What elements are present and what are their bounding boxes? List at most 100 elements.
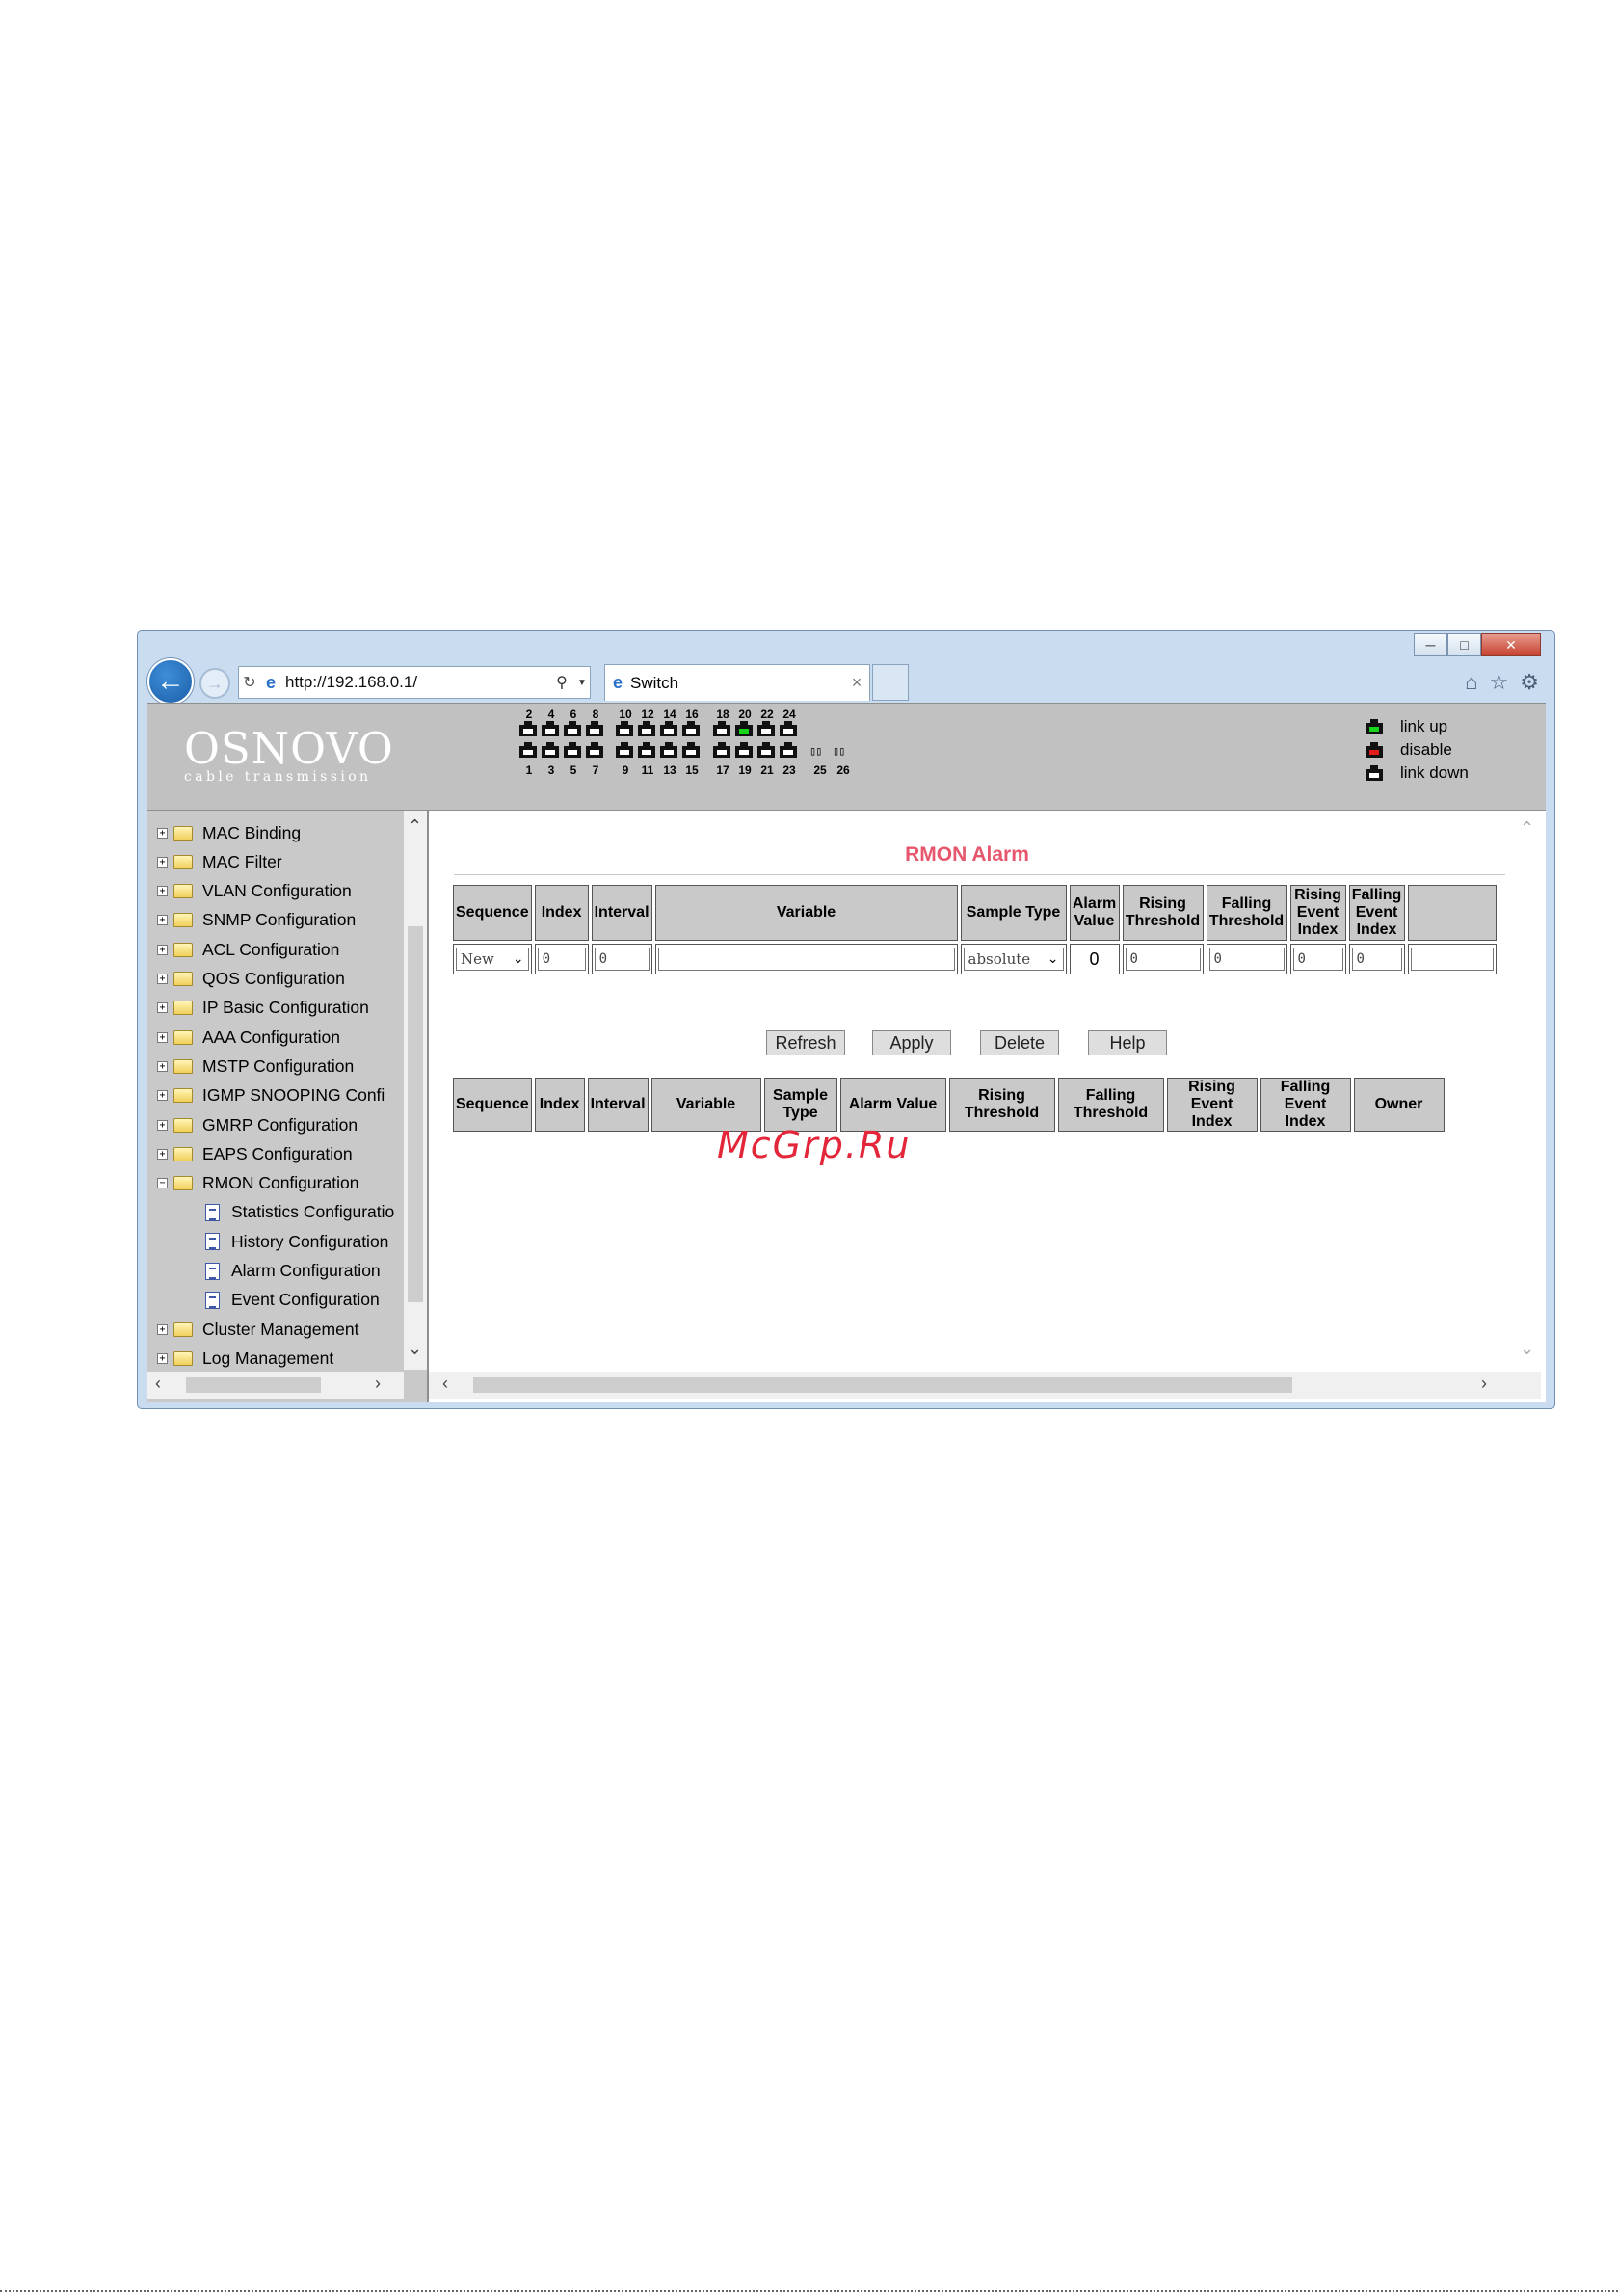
tree-folder-item[interactable]: + MAC Filter — [157, 847, 282, 876]
tree-folder-item[interactable]: + Log Management — [157, 1344, 333, 1373]
address-bar[interactable]: ↻ e http://192.168.0.1/ ⚲ ▼ — [238, 666, 591, 699]
expand-icon[interactable]: + — [157, 1119, 168, 1131]
tree-page-item[interactable]: Alarm Configuration — [205, 1257, 381, 1286]
port-11-icon[interactable] — [638, 742, 655, 758]
sequence-select[interactable]: New ⌄ — [456, 948, 529, 971]
tree-page-item[interactable]: History Configuration — [205, 1227, 388, 1256]
port-8-icon[interactable] — [586, 721, 603, 736]
rising-threshold-input[interactable]: 0 — [1125, 948, 1201, 971]
port-9-icon[interactable] — [616, 742, 633, 758]
content-horizontal-scrollbar[interactable]: ‹ › — [429, 1372, 1541, 1399]
port-12-icon[interactable] — [638, 721, 655, 736]
scroll-left-icon[interactable]: ‹ — [442, 1374, 448, 1394]
forward-arrow-icon[interactable]: → — [199, 668, 230, 699]
tree-folder-item[interactable]: + AAA Configuration — [157, 1023, 340, 1052]
tab-close-icon[interactable]: × — [844, 673, 869, 693]
refresh-button[interactable]: Refresh — [766, 1030, 845, 1055]
expand-icon[interactable]: + — [157, 1352, 168, 1364]
variable-input[interactable] — [657, 948, 955, 971]
tree-folder-item[interactable]: − RMON Configuration — [157, 1169, 358, 1198]
port-14-icon[interactable] — [660, 721, 677, 736]
back-arrow-icon[interactable]: ← — [147, 658, 194, 705]
new-tab-button[interactable] — [872, 664, 909, 701]
port-18-icon[interactable] — [713, 721, 730, 736]
gear-icon[interactable]: ⚙ — [1520, 670, 1539, 695]
expand-icon[interactable]: + — [157, 974, 168, 984]
expand-icon[interactable]: + — [157, 1002, 168, 1014]
falling-event-index-input[interactable]: 0 — [1351, 948, 1402, 971]
restore-icon[interactable]: □ — [1447, 633, 1481, 656]
scroll-up-icon[interactable]: ⌃ — [408, 816, 422, 837]
refresh-icon[interactable]: ↻ — [239, 673, 260, 692]
scrollbar-thumb[interactable] — [473, 1377, 1292, 1393]
expand-icon[interactable]: + — [157, 856, 168, 868]
tree-vertical-scrollbar[interactable]: ⌃ ⌄ — [404, 811, 427, 1370]
tree-folder-item[interactable]: + IP Basic Configuration — [157, 994, 369, 1023]
expand-icon[interactable]: + — [157, 944, 168, 955]
star-icon[interactable]: ☆ — [1490, 670, 1509, 695]
search-icon[interactable]: ⚲ — [549, 673, 574, 692]
scrollbar-thumb[interactable] — [186, 1377, 321, 1393]
port-16-icon[interactable] — [682, 721, 700, 736]
chevron-down-icon[interactable]: ▼ — [574, 678, 590, 688]
port-24-icon[interactable] — [780, 721, 797, 736]
address-url[interactable]: http://192.168.0.1/ — [281, 673, 549, 692]
port-13-icon[interactable] — [660, 742, 677, 758]
port-22-icon[interactable] — [757, 721, 775, 736]
port-5-icon[interactable] — [564, 742, 581, 758]
expand-icon[interactable]: + — [157, 1323, 168, 1335]
tree-folder-item[interactable]: + MSTP Configuration — [157, 1052, 354, 1081]
port-3-icon[interactable] — [542, 742, 559, 758]
falling-threshold-input[interactable]: 0 — [1208, 948, 1285, 971]
expand-icon[interactable]: + — [157, 1060, 168, 1072]
port-7-icon[interactable] — [586, 742, 603, 758]
expand-icon[interactable]: + — [157, 1090, 168, 1102]
scroll-down-icon[interactable]: ⌄ — [1520, 1339, 1534, 1359]
apply-button[interactable]: Apply — [872, 1030, 951, 1055]
port-1-icon[interactable] — [519, 742, 537, 758]
port-6-icon[interactable] — [564, 721, 581, 736]
port-20-icon[interactable] — [735, 721, 753, 736]
scroll-right-icon[interactable]: › — [375, 1374, 381, 1394]
scroll-down-icon[interactable]: ⌄ — [408, 1339, 422, 1359]
help-button[interactable]: Help — [1088, 1030, 1167, 1055]
expand-icon[interactable]: + — [157, 1148, 168, 1160]
port-17-icon[interactable] — [713, 742, 730, 758]
sfp-port-26-icon[interactable]: ▯▯ — [833, 744, 854, 758]
browser-tab[interactable]: e Switch × — [604, 664, 870, 701]
collapse-icon[interactable]: − — [157, 1178, 168, 1189]
tree-folder-item[interactable]: + GMRP Configuration — [157, 1110, 358, 1139]
port-19-icon[interactable] — [735, 742, 753, 758]
tree-folder-item[interactable]: + QOS Configuration — [157, 965, 345, 994]
rising-event-index-input[interactable]: 0 — [1292, 948, 1343, 971]
port-23-icon[interactable] — [780, 742, 797, 758]
tree-folder-item[interactable]: + Cluster Management — [157, 1315, 358, 1344]
scroll-up-icon[interactable]: ⌃ — [1520, 818, 1534, 839]
expand-icon[interactable]: + — [157, 915, 168, 926]
tree-folder-item[interactable]: + VLAN Configuration — [157, 877, 352, 906]
tree-page-item[interactable]: Statistics Configuratio — [205, 1198, 394, 1227]
scroll-right-icon[interactable]: › — [1481, 1374, 1487, 1394]
port-4-icon[interactable] — [542, 721, 559, 736]
port-15-icon[interactable] — [682, 742, 700, 758]
scrollbar-thumb[interactable] — [408, 926, 423, 1302]
expand-icon[interactable]: + — [157, 1031, 168, 1043]
tree-folder-item[interactable]: + ACL Configuration — [157, 935, 339, 964]
tree-folder-item[interactable]: + MAC Binding — [157, 818, 301, 847]
close-icon[interactable]: ✕ — [1481, 633, 1541, 656]
delete-button[interactable]: Delete — [980, 1030, 1059, 1055]
home-icon[interactable]: ⌂ — [1465, 670, 1477, 695]
expand-icon[interactable]: + — [157, 827, 168, 839]
tree-page-item[interactable]: Event Configuration — [205, 1286, 380, 1315]
sample-type-select[interactable]: absolute ⌄ — [963, 948, 1064, 971]
interval-input[interactable]: 0 — [594, 948, 650, 971]
tree-folder-item[interactable]: + IGMP SNOOPING Confi — [157, 1081, 385, 1110]
scroll-left-icon[interactable]: ‹ — [155, 1374, 161, 1394]
expand-icon[interactable]: + — [157, 886, 168, 897]
port-10-icon[interactable] — [616, 721, 633, 736]
minimize-icon[interactable]: ─ — [1414, 633, 1447, 656]
index-input[interactable]: 0 — [537, 948, 586, 971]
tree-horizontal-scrollbar[interactable]: ‹ › — [147, 1372, 404, 1399]
content-vertical-scrollbar[interactable]: ⌃ ⌄ — [1512, 811, 1541, 1370]
port-2-icon[interactable] — [519, 721, 537, 736]
